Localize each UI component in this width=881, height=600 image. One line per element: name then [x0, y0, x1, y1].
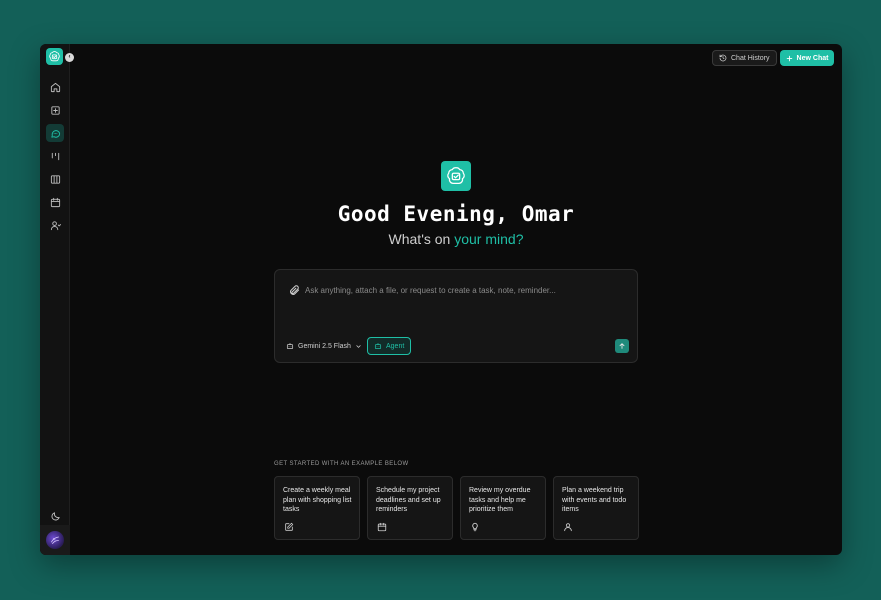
edit-icon	[285, 522, 294, 531]
example-card-meal-plan[interactable]: Create a weekly meal plan with shopping …	[274, 476, 360, 540]
bot-icon	[374, 342, 382, 350]
app-window: ‹ Chat History New Chat Good Evening, Om…	[40, 44, 842, 555]
arrow-up-icon	[619, 343, 625, 349]
page-title: Good Evening, Omar	[337, 202, 575, 226]
example-card-text: Review my overdue tasks and help me prio…	[469, 487, 531, 513]
avatar[interactable]	[46, 531, 64, 549]
example-card-deadlines[interactable]: Schedule my project deadlines and set up…	[367, 476, 453, 540]
chat-history-button[interactable]: Chat History	[712, 50, 777, 66]
sidebar-item-home[interactable]	[46, 78, 64, 96]
example-card-weekend-trip[interactable]: Plan a weekend trip with events and todo…	[553, 476, 639, 540]
calendar-icon	[377, 522, 387, 532]
bot-icon	[286, 342, 294, 350]
sidebar-item-board[interactable]	[46, 147, 64, 165]
agent-label: Agent	[386, 342, 405, 350]
subtitle: What's on your mind?	[40, 231, 842, 247]
model-label: Gemini 2.5 Flash	[298, 342, 351, 350]
collapse-sidebar-icon[interactable]: ‹	[65, 53, 74, 62]
user-icon	[564, 523, 572, 532]
moon-icon	[51, 511, 60, 520]
lightbulb-icon	[472, 522, 478, 532]
home-icon	[50, 82, 60, 92]
subtitle-prefix: What's on	[388, 231, 455, 247]
brain-check-icon	[441, 161, 471, 191]
agent-toggle-button[interactable]: Agent	[367, 337, 412, 355]
example-card-text: Plan a weekend trip with events and todo…	[562, 487, 627, 513]
columns-icon	[50, 174, 60, 184]
plus-icon	[786, 55, 792, 61]
example-card-overdue[interactable]: Review my overdue tasks and help me prio…	[460, 476, 546, 540]
chat-icon	[50, 129, 60, 138]
chat-composer: Gemini 2.5 Flash Agent	[274, 269, 638, 363]
kanban-icon	[51, 152, 59, 160]
add-note-icon	[50, 105, 60, 115]
avatar-container	[40, 525, 70, 555]
example-card-text: Schedule my project deadlines and set up…	[376, 487, 441, 513]
sidebar-item-new-note[interactable]	[46, 101, 64, 119]
send-button[interactable]	[615, 339, 629, 353]
history-icon	[719, 54, 727, 62]
theme-toggle-button[interactable]	[46, 507, 64, 525]
example-card-text: Create a weekly meal plan with shopping …	[283, 487, 352, 513]
sidebar: ‹	[40, 44, 74, 555]
subtitle-accent: your mind?	[454, 231, 524, 247]
prompt-input[interactable]	[305, 282, 625, 298]
model-select[interactable]: Gemini 2.5 Flash	[286, 338, 362, 354]
paperclip-icon[interactable]	[289, 285, 300, 296]
new-chat-label: New Chat	[796, 54, 829, 62]
chevron-down-icon	[356, 344, 361, 348]
new-chat-button[interactable]: New Chat	[780, 50, 834, 66]
app-logo-icon[interactable]	[46, 48, 63, 65]
chat-history-label: Chat History	[731, 54, 770, 62]
sidebar-item-chat[interactable]	[46, 124, 64, 142]
sidebar-item-columns[interactable]	[46, 170, 64, 188]
examples-heading: GET STARTED WITH AN EXAMPLE BELOW	[274, 461, 409, 467]
